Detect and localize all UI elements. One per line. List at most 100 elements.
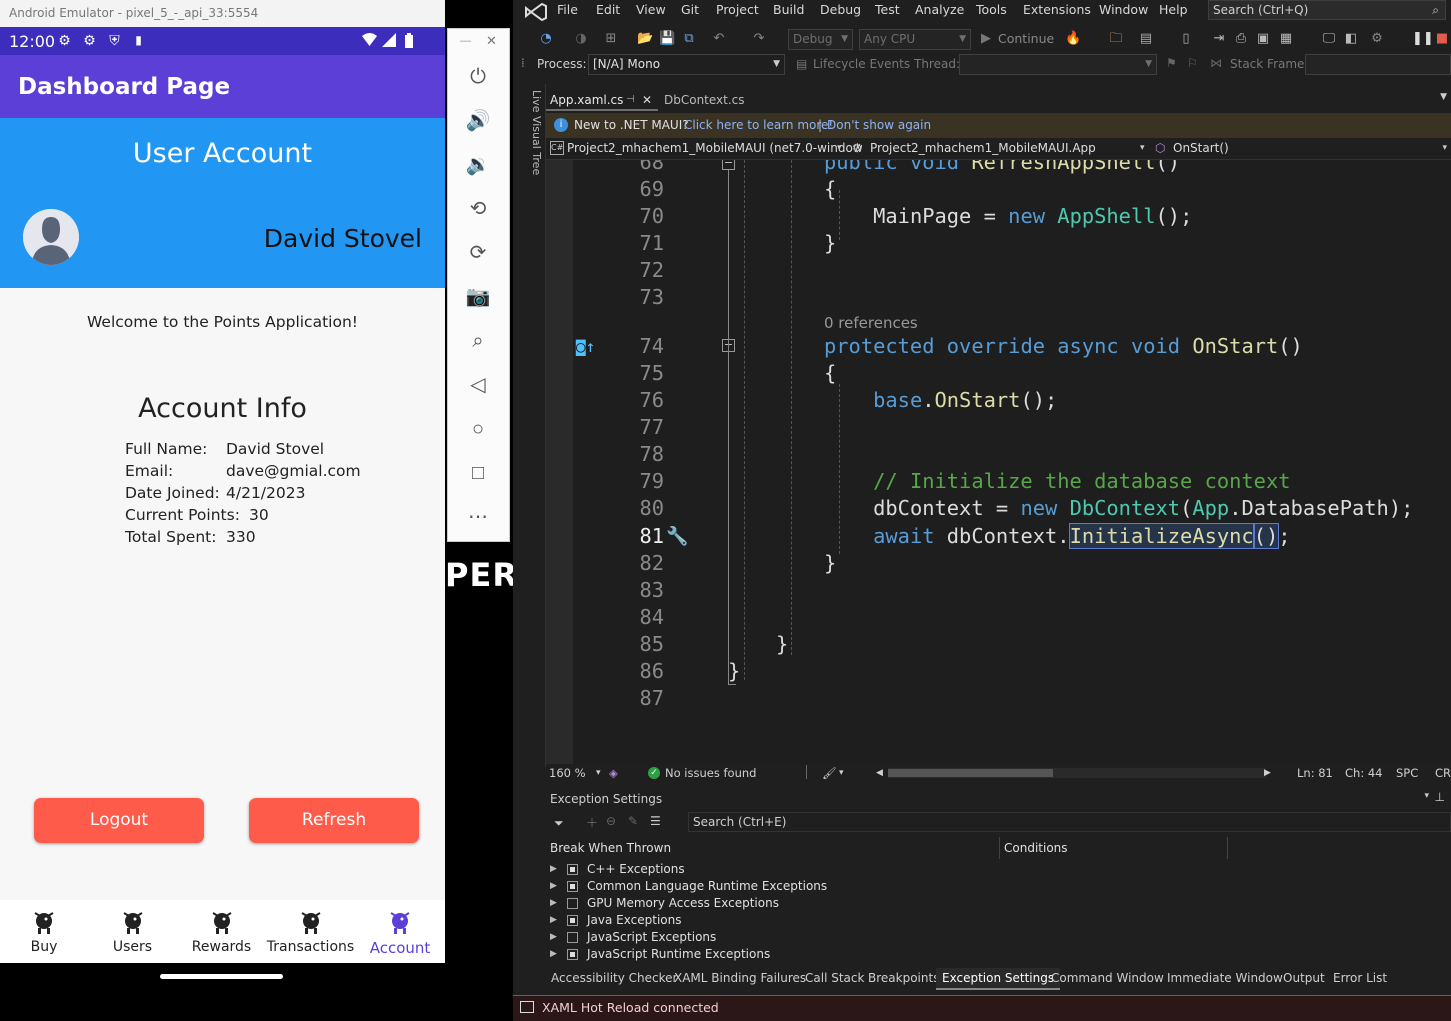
chevron-down-icon[interactable]: ▾	[1424, 791, 1429, 801]
code-lens-references[interactable]: 0 references	[824, 314, 918, 332]
class-dropdown[interactable]: Project2_mhachem1_MobileMAUI.App	[870, 138, 1096, 158]
rotate-left-icon[interactable]: ⟲	[464, 195, 492, 223]
menu-build[interactable]: Build	[773, 2, 804, 17]
checkbox[interactable]	[567, 898, 578, 909]
scroll-right-icon[interactable]: ▶	[1264, 764, 1271, 782]
split-icon[interactable]: ◧	[1343, 31, 1359, 47]
folder-icon[interactable]: 🗀	[1108, 31, 1124, 47]
camera-icon[interactable]: 📷	[464, 283, 492, 311]
checkbox[interactable]	[567, 915, 578, 926]
menu-project[interactable]: Project	[716, 2, 759, 17]
config-select[interactable]: Debug ▼	[788, 29, 853, 50]
expand-icon[interactable]: ▶	[550, 946, 560, 963]
minimize-icon[interactable]: —	[460, 35, 471, 47]
dont-show-again-link[interactable]: Don't show again	[827, 113, 931, 137]
layout-icon[interactable]: ▦	[1278, 31, 1294, 47]
new-item-icon[interactable]: ⊞	[603, 31, 619, 47]
thread-icon[interactable]: ⋈	[1210, 56, 1222, 70]
expand-icon[interactable]: ▶	[550, 895, 560, 912]
member-dropdown[interactable]: OnStart()	[1173, 138, 1229, 158]
checkbox[interactable]	[567, 881, 578, 892]
chevron-down-icon[interactable]: ▾	[596, 764, 601, 782]
project-dropdown[interactable]: Project2_mhachem1_MobileMAUI (net7.0-win…	[567, 138, 863, 158]
exception-search-input[interactable]: Search (Ctrl+E)	[688, 812, 1451, 832]
menu-git[interactable]: Git	[681, 2, 699, 17]
home-icon[interactable]: ○	[464, 415, 492, 443]
collapse-icon[interactable]: −	[722, 160, 735, 170]
flag-icon[interactable]: ⚑	[1166, 56, 1177, 70]
search-input[interactable]: Search (Ctrl+Q) ⌕	[1208, 0, 1446, 20]
menu-extensions[interactable]: Extensions	[1023, 2, 1091, 17]
chevron-down-icon[interactable]: ▾	[1140, 138, 1145, 158]
expand-icon[interactable]: ▶	[550, 878, 560, 895]
menu-view[interactable]: View	[636, 2, 666, 17]
overview-icon[interactable]: □	[464, 459, 492, 487]
tab-xaml-binding-failures[interactable]: XAML Binding Failures	[674, 971, 806, 985]
home-gesture-handle[interactable]	[160, 974, 283, 979]
undo-icon[interactable]: ↶	[711, 31, 727, 47]
volume-down-icon[interactable]: 🔉	[464, 151, 492, 179]
tab-output[interactable]: Output	[1283, 971, 1325, 985]
pause-icon[interactable]: ❚❚	[1412, 31, 1434, 47]
device-icon[interactable]: ▯	[1178, 31, 1194, 47]
logout-button[interactable]: Logout	[34, 798, 204, 843]
menu-analyze[interactable]: Analyze	[915, 2, 964, 17]
tab-app-xaml-cs[interactable]: App.xaml.cs ⊣ ✕	[546, 90, 658, 111]
horizontal-scrollbar[interactable]	[888, 768, 1266, 778]
volume-up-icon[interactable]: 🔊	[464, 107, 492, 135]
pin-icon[interactable]: ⊣	[626, 90, 635, 110]
monitor-icon[interactable]: 🖵	[1321, 31, 1337, 47]
checkbox[interactable]	[567, 864, 578, 875]
menu-tools[interactable]: Tools	[976, 2, 1007, 17]
more-icon[interactable]: ⋯	[464, 503, 492, 531]
expand-icon[interactable]: ▶	[550, 861, 560, 878]
close-tab-icon[interactable]: ✕	[642, 90, 652, 110]
forward-nav-icon[interactable]: ◑	[573, 31, 589, 47]
list-icon[interactable]: ☰	[650, 814, 661, 828]
back-nav-icon[interactable]: ◔	[538, 31, 554, 47]
tab-accessibility-checker[interactable]: Accessibility Checker	[551, 971, 677, 985]
redo-icon[interactable]: ↷	[751, 31, 767, 47]
checkbox[interactable]	[567, 949, 578, 960]
tab-error-list[interactable]: Error List	[1333, 971, 1387, 985]
brush-icon[interactable]: 🖌	[822, 764, 837, 782]
image-icon[interactable]: ▣	[1255, 31, 1271, 47]
menu-window[interactable]: Window	[1099, 2, 1148, 17]
menu-help[interactable]: Help	[1159, 2, 1188, 17]
tab-users[interactable]: Users	[88, 900, 177, 963]
menu-debug[interactable]: Debug	[820, 2, 861, 17]
expand-icon[interactable]: ▶	[550, 929, 560, 946]
debug-location-icon[interactable]: ◙↑	[576, 337, 595, 356]
flag-filter-icon[interactable]: ⚐	[1187, 56, 1198, 70]
stop-icon[interactable]: ■	[1434, 31, 1450, 47]
tools-icon[interactable]: ⚙	[1369, 31, 1385, 47]
tab-buy[interactable]: Buy	[0, 900, 88, 963]
continue-button[interactable]: Continue	[998, 31, 1054, 46]
lifecycle-events-dropdown[interactable]: Lifecycle Events	[813, 57, 910, 71]
code-editor[interactable]: ◙↑ 🔧 68 69 70 71 72 73 74 75 76 77 78 79…	[546, 160, 1451, 764]
zoom-level[interactable]: 160 %	[549, 764, 586, 782]
issues-status[interactable]: No issues found	[665, 764, 756, 782]
tab-rewards[interactable]: Rewards	[177, 900, 266, 963]
save-icon[interactable]: 💾	[659, 31, 675, 47]
quick-actions-icon[interactable]: 🔧	[666, 526, 688, 547]
close-icon[interactable]: ✕	[486, 33, 497, 49]
checkbox[interactable]	[567, 932, 578, 943]
glyph-margin[interactable]	[546, 160, 573, 764]
tab-call-stack[interactable]: Call Stack	[805, 971, 864, 985]
expand-icon[interactable]: ▶	[550, 912, 560, 929]
column-header-break[interactable]: Break When Thrown	[550, 841, 671, 855]
process-select[interactable]: [N/A] Mono ▼	[588, 54, 785, 75]
stack-frame-select[interactable]	[1305, 54, 1451, 75]
tab-breakpoints[interactable]: Breakpoints	[868, 971, 939, 985]
menu-test[interactable]: Test	[875, 2, 900, 17]
scroll-left-icon[interactable]: ◀	[876, 764, 883, 782]
continue-icon[interactable]: ▶	[978, 31, 994, 47]
refresh-button[interactable]: Refresh	[249, 798, 419, 843]
zoom-icon[interactable]: ⌕	[464, 327, 492, 355]
tab-immediate-window[interactable]: Immediate Window	[1167, 971, 1283, 985]
open-folder-icon[interactable]: 📂	[637, 31, 653, 47]
scrollbar-thumb[interactable]	[888, 769, 1053, 777]
tab-command-window[interactable]: Command Window	[1051, 971, 1164, 985]
save-all-icon[interactable]: ⧉	[681, 31, 697, 47]
